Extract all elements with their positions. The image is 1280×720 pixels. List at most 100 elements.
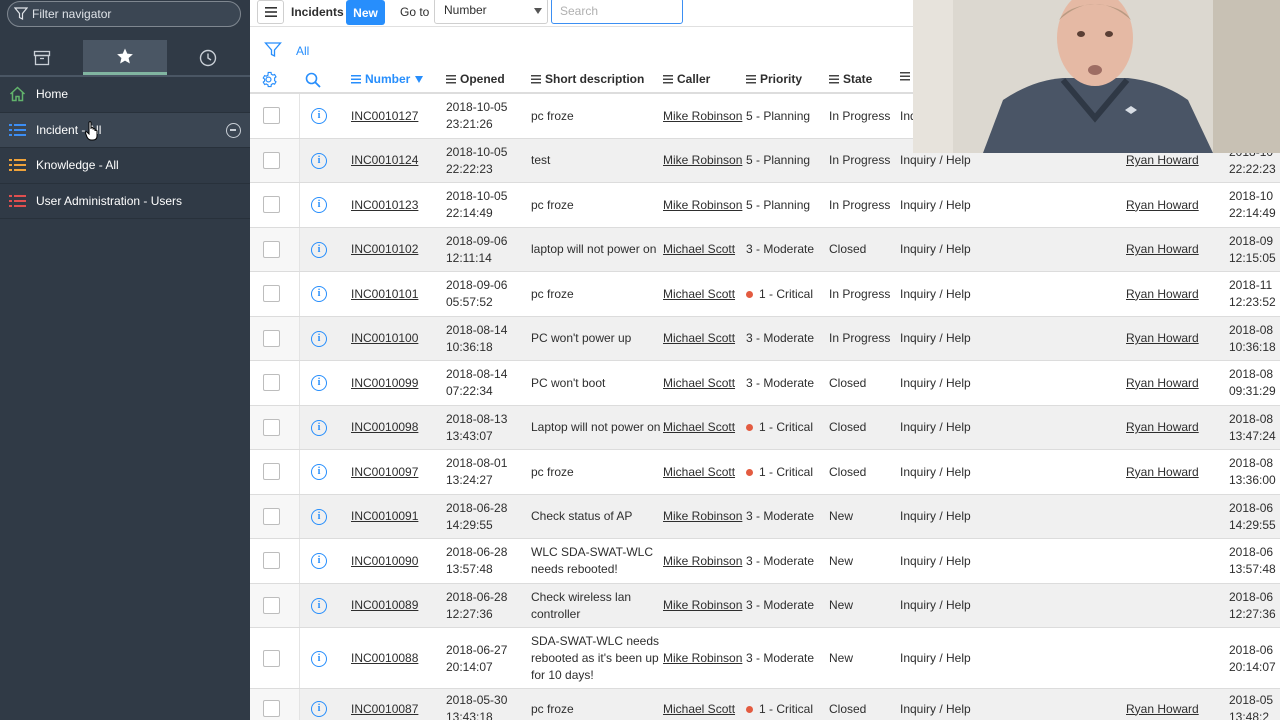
preview-info-icon[interactable]: i: [311, 650, 327, 667]
table-row[interactable]: i INC0010098 2018-08-13 13:43:07 Laptop will…: [250, 405, 1280, 450]
assigned-to-link[interactable]: Ryan Howard: [1126, 375, 1199, 392]
table-row[interactable]: i INC0010089 2018-06-28 12:27:36 Check wirel…: [250, 583, 1280, 628]
column-menu-icon[interactable]: [900, 72, 910, 81]
caller-link[interactable]: Michael Scott: [663, 375, 735, 392]
table-row[interactable]: i INC0010102 2018-09-06 12:11:14 laptop will…: [250, 227, 1280, 272]
table-row[interactable]: i INC0010087 2018-05-30 13:43:18 pc froze Mic…: [250, 689, 1280, 720]
caller-link[interactable]: Mike Robinson: [663, 597, 742, 614]
incident-number-link[interactable]: INC0010087: [351, 701, 418, 718]
table-row[interactable]: i INC0010100 2018-08-14 10:36:18 PC won't po…: [250, 316, 1280, 361]
preview-info-icon[interactable]: i: [311, 330, 327, 347]
row-checkbox[interactable]: [263, 196, 280, 214]
column-menu-icon[interactable]: [663, 74, 673, 84]
row-checkbox[interactable]: [263, 649, 280, 667]
breadcrumb-all[interactable]: All: [296, 44, 309, 58]
incident-number-link[interactable]: INC0010100: [351, 330, 418, 347]
incident-number-link[interactable]: INC0010127: [351, 108, 418, 125]
caller-link[interactable]: Michael Scott: [663, 286, 735, 303]
preview-info-icon[interactable]: i: [311, 108, 327, 125]
table-row[interactable]: i INC0010088 2018-06-27 20:14:07 SDA-SWAT-WL…: [250, 628, 1280, 689]
preview-info-icon[interactable]: i: [311, 197, 327, 214]
row-checkbox[interactable]: [263, 507, 280, 525]
tab-all-apps[interactable]: [0, 40, 83, 75]
column-header-category[interactable]: [900, 72, 914, 81]
caller-link[interactable]: Michael Scott: [663, 241, 735, 258]
incident-number-link[interactable]: INC0010124: [351, 152, 418, 169]
incident-number-link[interactable]: INC0010098: [351, 419, 418, 436]
assigned-to-link[interactable]: Ryan Howard: [1126, 419, 1199, 436]
assigned-to-link[interactable]: Ryan Howard: [1126, 197, 1199, 214]
caller-link[interactable]: Mike Robinson: [663, 508, 742, 525]
preview-info-icon[interactable]: i: [311, 701, 327, 717]
filter-icon[interactable]: [264, 41, 282, 59]
incident-number-link[interactable]: INC0010089: [351, 597, 418, 614]
nav-item-incident-all[interactable]: Incident - All: [0, 112, 250, 148]
column-menu-icon[interactable]: [829, 74, 839, 84]
caller-link[interactable]: Michael Scott: [663, 330, 735, 347]
tab-history[interactable]: [167, 40, 250, 75]
nav-item-knowledge-all[interactable]: Knowledge - All: [0, 148, 250, 184]
row-checkbox[interactable]: [263, 700, 280, 717]
caller-link[interactable]: Mike Robinson: [663, 197, 742, 214]
row-checkbox[interactable]: [263, 240, 280, 258]
row-checkbox[interactable]: [263, 285, 280, 303]
incident-number-link[interactable]: INC0010099: [351, 375, 418, 392]
nav-item-home[interactable]: Home: [0, 77, 250, 113]
table-row[interactable]: i INC0010090 2018-06-28 13:57:48 WLC SDA-SWA…: [250, 539, 1280, 584]
incident-number-link[interactable]: INC0010097: [351, 464, 418, 481]
column-header-opened[interactable]: Opened: [446, 72, 505, 86]
incident-number-link[interactable]: INC0010101: [351, 286, 418, 303]
assigned-to-link[interactable]: Ryan Howard: [1126, 330, 1199, 347]
incident-number-link[interactable]: INC0010088: [351, 650, 418, 667]
search-input[interactable]: [551, 0, 683, 24]
column-header-number[interactable]: Number: [351, 72, 424, 86]
preview-info-icon[interactable]: i: [311, 241, 327, 258]
column-menu-icon[interactable]: [351, 74, 361, 84]
remove-favorite-icon[interactable]: [226, 122, 241, 138]
caller-link[interactable]: Mike Robinson: [663, 152, 742, 169]
column-header-short-description[interactable]: Short description: [531, 72, 644, 86]
caller-link[interactable]: Mike Robinson: [663, 650, 742, 667]
assigned-to-link[interactable]: Ryan Howard: [1126, 464, 1199, 481]
table-row[interactable]: i INC0010101 2018-09-06 05:57:52 pc froze Mic…: [250, 272, 1280, 317]
nav-item-user-administration[interactable]: User Administration - Users: [0, 184, 250, 219]
caller-link[interactable]: Mike Robinson: [663, 553, 742, 570]
row-checkbox[interactable]: [263, 418, 280, 436]
goto-field-select[interactable]: Number: [434, 0, 548, 24]
incident-number-link[interactable]: INC0010123: [351, 197, 418, 214]
caller-link[interactable]: Michael Scott: [663, 419, 735, 436]
assigned-to-link[interactable]: Ryan Howard: [1126, 241, 1199, 258]
filter-navigator-input[interactable]: Filter navigator: [7, 1, 241, 27]
table-row[interactable]: i INC0010097 2018-08-01 13:24:27 pc froze Mic…: [250, 450, 1280, 495]
column-header-caller[interactable]: Caller: [663, 72, 710, 86]
row-checkbox[interactable]: [263, 463, 280, 481]
tab-favorites[interactable]: [83, 40, 167, 75]
column-header-priority[interactable]: Priority: [746, 72, 802, 86]
row-checkbox[interactable]: [263, 329, 280, 347]
table-row[interactable]: i INC0010091 2018-06-28 14:29:55 Check statu…: [250, 494, 1280, 539]
list-context-menu-button[interactable]: [257, 0, 284, 24]
row-checkbox[interactable]: [263, 596, 280, 614]
caller-link[interactable]: Michael Scott: [663, 701, 735, 718]
search-icon[interactable]: [305, 72, 321, 88]
column-menu-icon[interactable]: [746, 74, 756, 84]
column-header-state[interactable]: State: [829, 72, 872, 86]
column-menu-icon[interactable]: [531, 74, 541, 84]
caller-link[interactable]: Michael Scott: [663, 464, 735, 481]
table-row[interactable]: i INC0010099 2018-08-14 07:22:34 PC won't bo…: [250, 361, 1280, 406]
gear-icon[interactable]: [260, 71, 277, 88]
preview-info-icon[interactable]: i: [311, 419, 327, 436]
preview-info-icon[interactable]: i: [311, 553, 327, 570]
assigned-to-link[interactable]: Ryan Howard: [1126, 152, 1199, 169]
preview-info-icon[interactable]: i: [311, 152, 327, 169]
assigned-to-link[interactable]: Ryan Howard: [1126, 286, 1199, 303]
preview-info-icon[interactable]: i: [311, 375, 327, 392]
incident-number-link[interactable]: INC0010091: [351, 508, 418, 525]
table-row[interactable]: i INC0010123 2018-10-05 22:14:49 pc froze Mik…: [250, 183, 1280, 228]
preview-info-icon[interactable]: i: [311, 597, 327, 614]
preview-info-icon[interactable]: i: [311, 286, 327, 303]
new-button[interactable]: New: [346, 0, 385, 25]
preview-info-icon[interactable]: i: [311, 508, 327, 525]
row-checkbox[interactable]: [263, 374, 280, 392]
preview-info-icon[interactable]: i: [311, 464, 327, 481]
